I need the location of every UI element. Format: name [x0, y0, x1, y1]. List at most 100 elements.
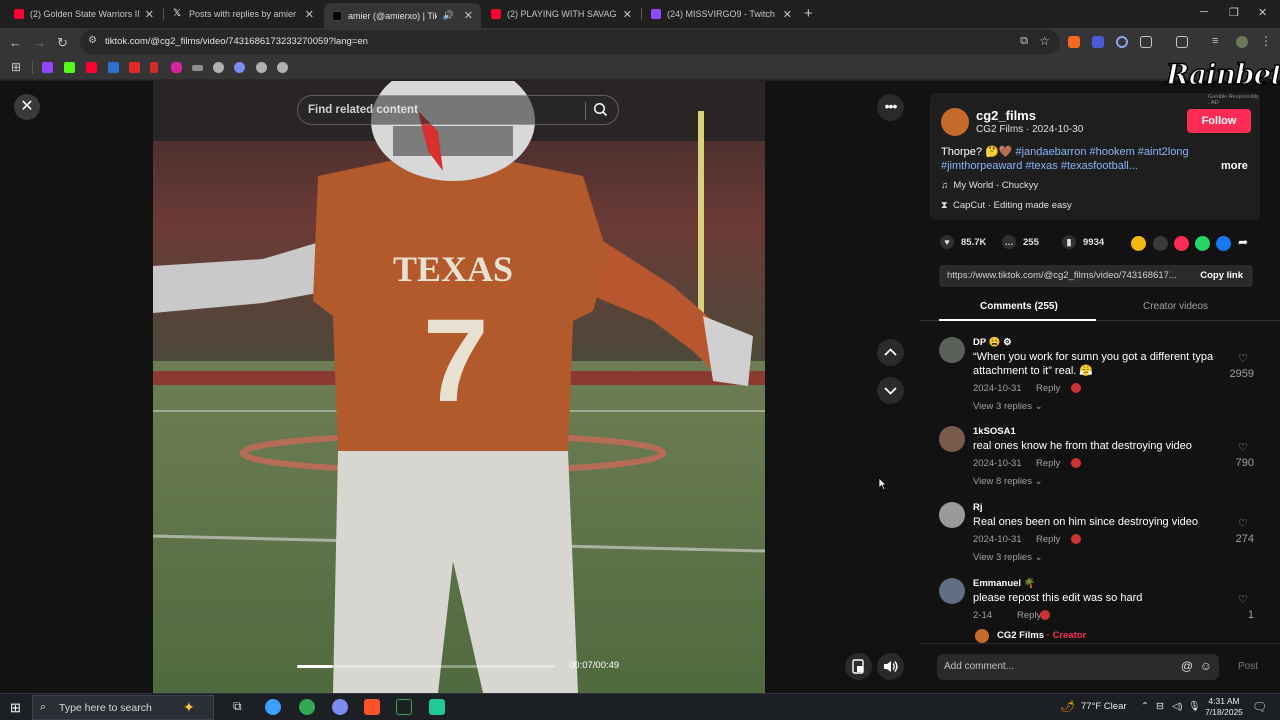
windows-start-icon[interactable]: ⊞ [10, 700, 21, 716]
microphone-icon[interactable]: 🎙 [1188, 701, 1200, 712]
discord-icon[interactable] [234, 62, 245, 73]
star-icon[interactable]: ☆ [1039, 34, 1050, 48]
back-icon[interactable]: ← [9, 35, 22, 50]
close-video-button[interactable]: ✕ [14, 94, 40, 120]
kick-icon[interactable] [64, 62, 75, 73]
cast-icon[interactable]: ⧉ [1020, 35, 1028, 48]
bookmark-icon[interactable] [150, 62, 158, 73]
tray-overflow-icon[interactable]: ⌃ [1141, 701, 1149, 712]
add-comment-input[interactable]: Add comment... @ ☺ [937, 654, 1219, 680]
extension-shield-icon[interactable] [1092, 36, 1104, 48]
tab-twitch[interactable]: (24) MISSVIRGO9 - Twitch ✕ [643, 3, 800, 25]
heart-icon[interactable]: ♡ [1238, 593, 1248, 606]
tab-search-icon[interactable]: ≡ [1212, 36, 1224, 48]
ufc-icon[interactable] [192, 65, 203, 71]
twitch-icon[interactable] [42, 62, 53, 73]
close-icon[interactable]: ✕ [783, 8, 792, 21]
address-bar[interactable]: ⚙ tiktok.com/@cg2_films/video/7431686173… [80, 30, 1060, 54]
music-row[interactable]: ♫ My World - Chuckyy [941, 180, 1038, 191]
author-avatar[interactable] [941, 108, 969, 136]
menu-icon[interactable]: ⋮ [1260, 35, 1272, 48]
heart-icon[interactable]: ♡ [1238, 352, 1248, 365]
reply-button[interactable]: Reply [1017, 610, 1041, 621]
share-arrow-icon[interactable]: ➦ [1238, 235, 1248, 249]
shield-icon[interactable] [108, 62, 119, 73]
chrome-icon[interactable] [299, 699, 315, 715]
globe-icon[interactable] [256, 62, 267, 73]
extensions-icon[interactable] [1140, 36, 1152, 48]
extension-fox-icon[interactable] [1068, 36, 1080, 48]
save-button[interactable]: ▮ 9934 [1062, 235, 1104, 249]
coin-icon[interactable] [1131, 236, 1146, 251]
search-icon[interactable] [593, 102, 608, 117]
video-player[interactable]: TEXAS 7 [153, 81, 765, 693]
youtube-icon[interactable] [86, 62, 97, 73]
view-replies-button[interactable]: View 3 replies ⌄ [973, 552, 1043, 563]
game-app-icon[interactable] [429, 699, 445, 715]
mention-icon[interactable]: @ [1181, 659, 1193, 673]
comment-button[interactable]: … 255 [1002, 235, 1039, 249]
tab-playing-with-savage[interactable]: (2) PLAYING WITH SAVAGE GAR ✕ [483, 3, 640, 25]
minimize-button[interactable]: ─ [1200, 6, 1208, 18]
new-tab-button[interactable]: + [804, 5, 813, 22]
reply-button[interactable]: Reply [1036, 458, 1060, 469]
discord-icon[interactable] [332, 699, 348, 715]
follow-button[interactable]: Follow [1187, 109, 1251, 133]
comment-username[interactable]: 1kSOSA1 [973, 426, 1016, 437]
close-icon[interactable]: ✕ [623, 8, 632, 21]
commenter-avatar[interactable] [939, 337, 965, 363]
speaker-icon[interactable]: ◁) [1172, 701, 1182, 712]
close-icon[interactable]: ✕ [305, 8, 314, 21]
instagram-icon[interactable] [171, 62, 182, 73]
like-button[interactable]: ♥ 85.7K [940, 235, 986, 249]
site-info-icon[interactable]: ⚙ [88, 35, 100, 47]
tab-creator-videos[interactable]: Creator videos [1143, 301, 1208, 312]
reload-icon[interactable]: ↻ [57, 35, 68, 51]
heart-icon[interactable]: ♡ [1238, 517, 1248, 530]
xbox-app-icon[interactable] [396, 699, 412, 715]
copy-link-button[interactable]: Copy link [1200, 270, 1243, 281]
apps-grid-icon[interactable]: ⊞ [11, 60, 21, 74]
roblox-icon[interactable] [129, 62, 140, 73]
system-clock[interactable]: 4:31 AM 7/18/2025 [1202, 696, 1246, 718]
extension-wave-icon[interactable] [1116, 36, 1128, 48]
whatsapp-icon[interactable] [1195, 236, 1210, 251]
comment-username[interactable]: DP 😩 ⚙ [973, 337, 1012, 348]
author-name[interactable]: cg2_films [976, 108, 1036, 123]
floating-player-button[interactable] [845, 653, 872, 680]
commenter-avatar[interactable] [939, 426, 965, 452]
commenter-avatar[interactable] [939, 578, 965, 604]
heart-icon[interactable]: ♡ [1238, 441, 1248, 454]
comment-username[interactable]: Emmanuel 🌴 [973, 578, 1036, 589]
more-options-button[interactable]: ••• [877, 94, 904, 121]
copilot-icon[interactable] [265, 699, 281, 715]
taskbar-search[interactable]: ⌕ Type here to search ✦ [32, 695, 214, 720]
video-progress-bar[interactable] [297, 665, 555, 668]
commenter-avatar[interactable] [939, 502, 965, 528]
tab-comments[interactable]: Comments (255) [980, 301, 1058, 312]
facebook-icon[interactable] [1216, 236, 1231, 251]
capcut-row[interactable]: ⧗ CapCut · Editing made easy [941, 200, 1072, 211]
globe-icon[interactable] [277, 62, 288, 73]
tab-tiktok[interactable]: amier (@amierxo) | TikTok 🔊 ✕ [324, 3, 481, 28]
post-comment-button[interactable]: Post [1238, 661, 1258, 672]
tab-posts[interactable]: 𝕏 Posts with replies by amier (@A ✕ [165, 3, 322, 25]
previous-video-button[interactable] [877, 339, 904, 366]
volume-button[interactable] [877, 653, 904, 680]
close-icon[interactable]: ✕ [145, 8, 154, 21]
sidebar-icon[interactable] [1176, 36, 1188, 48]
send-icon[interactable] [1174, 236, 1189, 251]
tab-golden-state[interactable]: (2) Golden State Warriors INCR ✕ [6, 3, 162, 25]
network-icon[interactable]: ⊟ [1156, 701, 1164, 712]
share-link-url[interactable]: https://www.tiktok.com/@cg2_films/video/… [947, 270, 1177, 281]
profile-avatar[interactable] [1236, 36, 1248, 48]
weather-text[interactable]: 77°F Clear [1081, 701, 1127, 712]
forward-icon[interactable]: → [33, 35, 46, 50]
creator-reply-label[interactable]: CG2 Films · Creator [997, 630, 1086, 641]
emoji-icon[interactable]: ☺ [1200, 659, 1212, 673]
restore-button[interactable]: ❐ [1229, 6, 1239, 19]
notification-icon[interactable]: 🗨 [1252, 700, 1267, 714]
view-replies-button[interactable]: View 3 replies ⌄ [973, 401, 1043, 412]
window-close-button[interactable]: ✕ [1258, 6, 1267, 19]
next-video-button[interactable] [877, 377, 904, 404]
